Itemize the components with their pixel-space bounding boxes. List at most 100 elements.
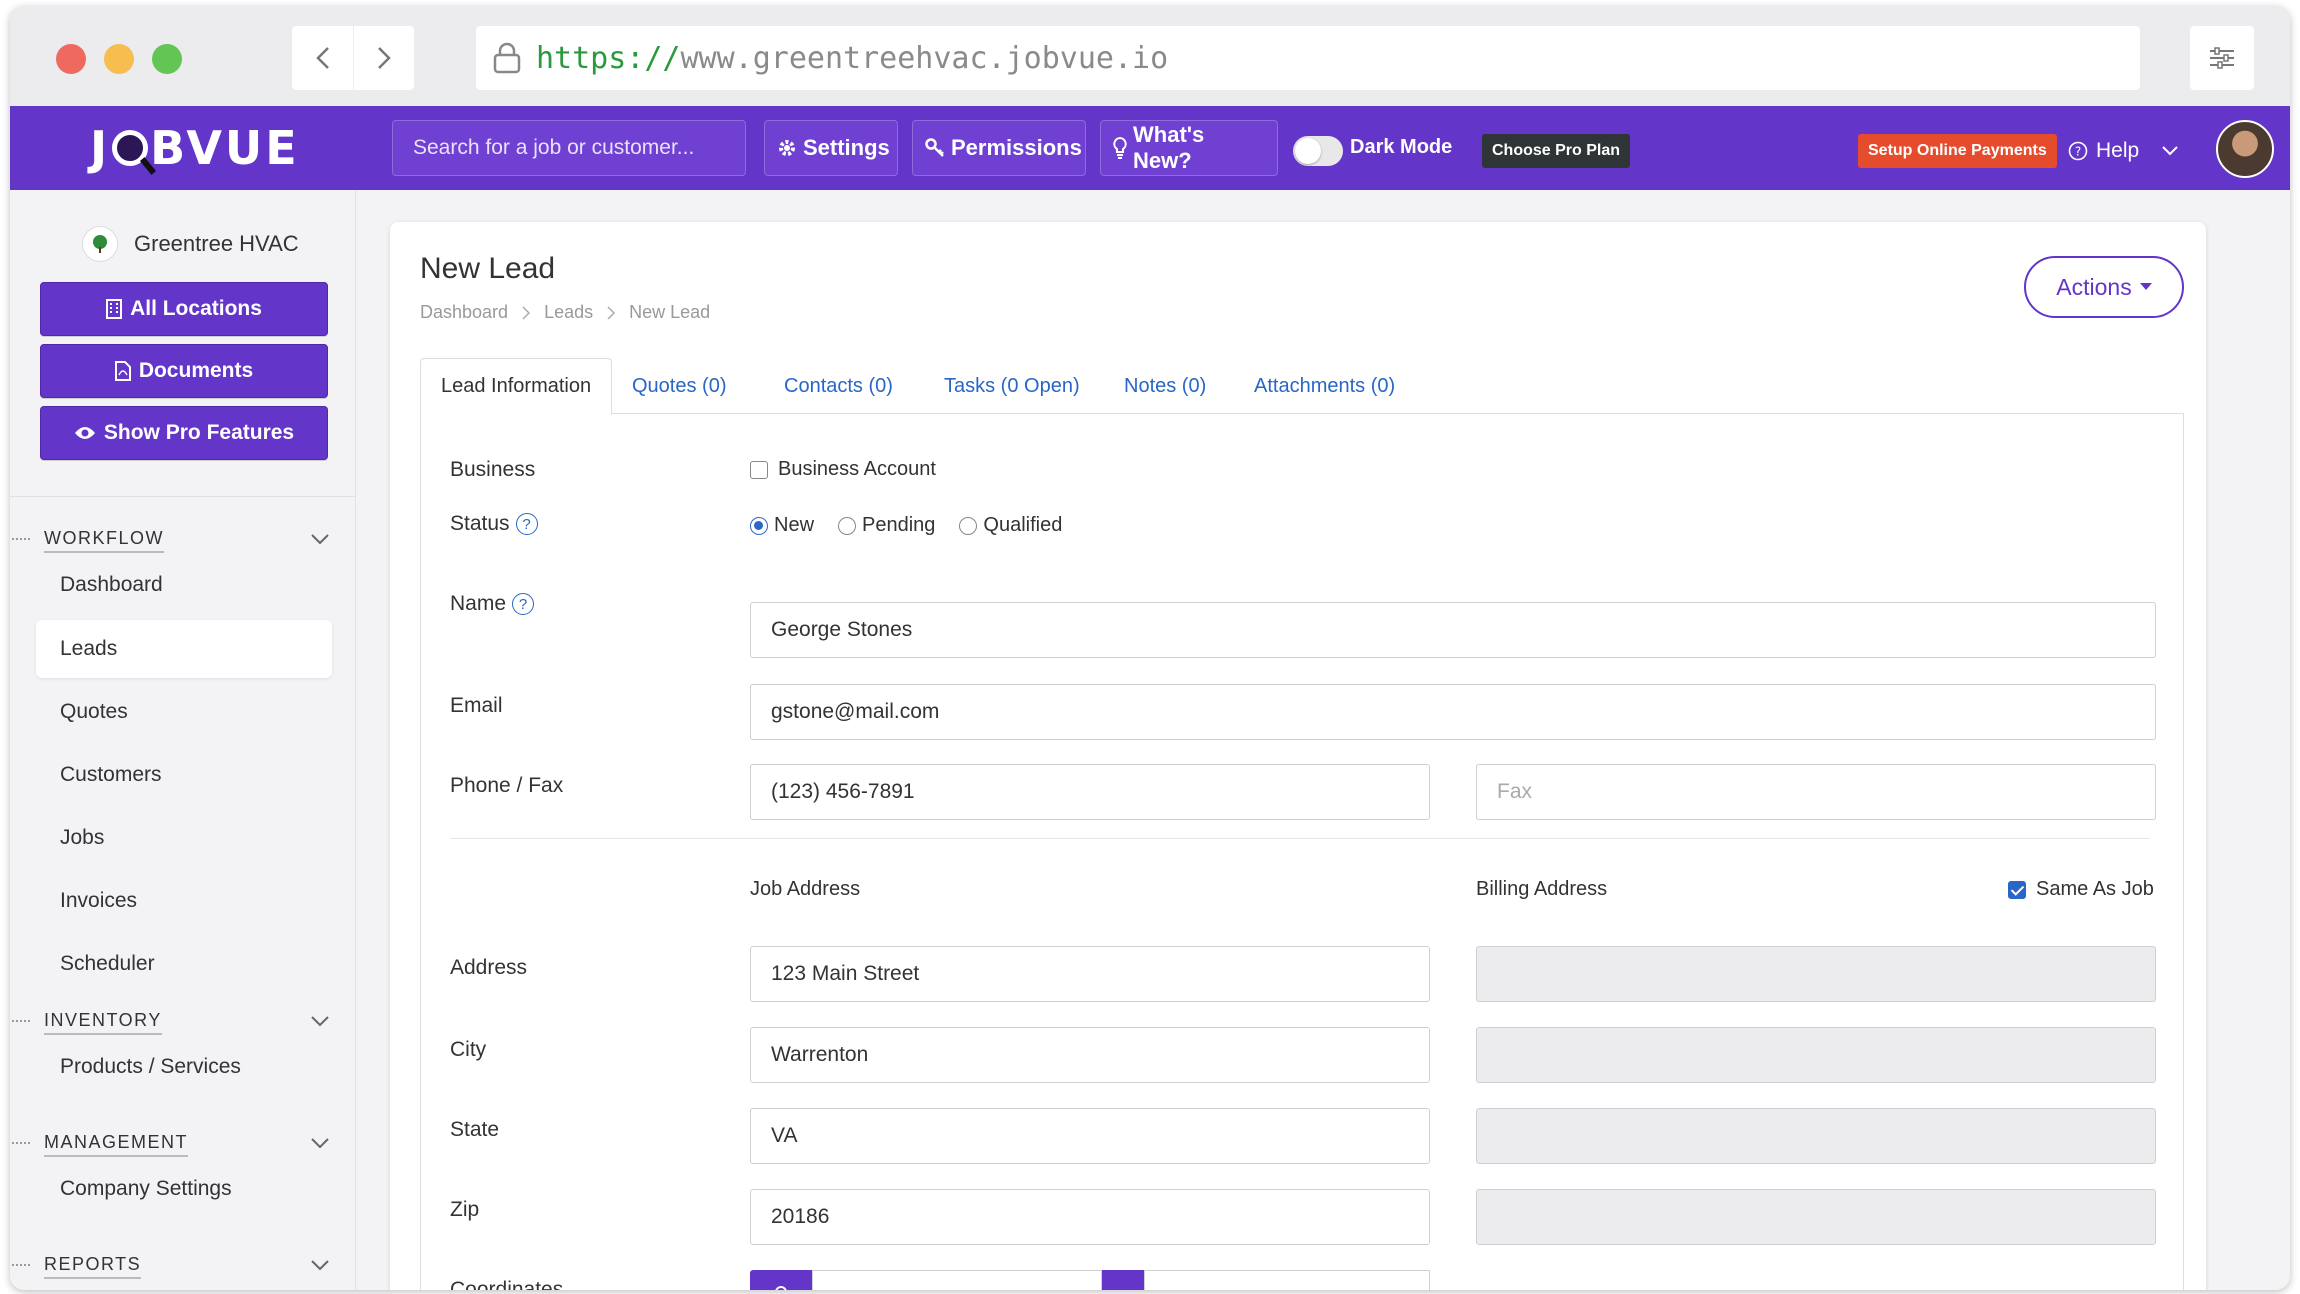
status-radio-group: New Pending Qualified [750,514,1086,537]
setup-online-payments-button[interactable]: Setup Online Payments [1858,134,2057,168]
dark-mode-toggle[interactable] [1293,136,1343,166]
billing-zip-input [1476,1189,2156,1245]
same-as-job-label: Same As Job [2036,878,2154,900]
status-radio-pending[interactable]: Pending [838,514,935,537]
actions-button[interactable]: Actions [2024,256,2184,318]
tab-attachments[interactable]: Attachments (0) [1254,358,1395,414]
page-title: New Lead [420,252,556,285]
job-state-input[interactable]: VA [750,1108,1430,1164]
help-circle-icon[interactable]: ? [515,513,538,535]
breadcrumb-leads[interactable]: Leads [544,302,593,323]
billing-address-heading: Billing Address [1476,878,1608,900]
tab-lead-information[interactable]: Lead Information [420,358,613,415]
longitude-input[interactable]: Longitude [1144,1270,1430,1290]
company-switcher[interactable]: Greentree HVAC [82,226,299,262]
business-account-checkbox[interactable]: Business Account [750,458,936,481]
sidebar-item-scheduler[interactable]: Scheduler [36,935,332,993]
business-label: Business [450,458,536,481]
fax-input[interactable]: Fax [1476,764,2156,820]
name-input[interactable]: George Stones [750,602,2156,658]
chevron-down-icon [2162,146,2178,156]
sliders-icon [2210,47,2234,69]
whats-new-label: What's New? [1133,122,1205,173]
all-locations-button[interactable]: All Locations [40,282,328,336]
sidebar-item-customers[interactable]: Customers [36,746,332,804]
state-label: State [450,1118,500,1141]
locate-coordinates-button[interactable] [750,1270,812,1290]
url-host: www.greentreehvac.jobvue.io [680,40,1169,76]
sidebar-item-dashboard[interactable]: Dashboard [36,556,332,614]
permissions-button[interactable]: Permissions [912,120,1086,176]
chevron-down-icon [311,1138,329,1149]
business-account-label: Business Account [778,458,936,480]
job-zip-input[interactable]: 20186 [750,1189,1430,1245]
section-management[interactable]: MANAGEMENT [10,1124,356,1164]
gear-icon [779,140,795,156]
permissions-label: Permissions [951,135,1082,160]
sidebar-item-quotes[interactable]: Quotes [36,683,332,741]
key-icon [925,138,944,157]
svg-text:?: ? [2075,145,2081,159]
building-icon [106,299,123,319]
billing-state-input [1476,1108,2156,1164]
settings-button[interactable]: Settings [764,120,898,176]
sidebar-item-jobs[interactable]: Jobs [36,809,332,867]
browser-settings-button[interactable] [2190,26,2254,90]
section-workflow[interactable]: WORKFLOW [10,520,356,560]
same-as-job-checkbox[interactable]: Same As Job [2008,878,2154,901]
tab-tasks[interactable]: Tasks (0 Open) [944,358,1080,414]
chevron-down-icon [311,1260,329,1271]
form-divider [450,838,2150,839]
billing-address-input [1476,946,2156,1002]
status-radio-qualified[interactable]: Qualified [959,514,1062,537]
documents-button[interactable]: Documents [40,344,328,398]
latitude-input[interactable]: Latitude [812,1270,1102,1290]
jobvue-logo[interactable]: J BVUE [90,121,300,175]
address-label: Address [450,956,528,979]
checkbox-box [2008,880,2026,899]
minimize-window-button[interactable] [104,44,134,74]
status-label-row: Status ? [450,512,538,536]
help-circle-icon[interactable]: ? [512,593,535,615]
browser-window: https://www.greentreehvac.jobvue.io J BVU… [10,6,2290,1290]
eye-icon [74,427,95,439]
email-input[interactable]: gstone@mail.com [750,684,2156,740]
tab-quotes[interactable]: Quotes (0) [632,358,726,414]
dark-mode-label: Dark Mode [1350,136,1453,158]
help-menu[interactable]: ? Help [2068,134,2179,168]
coordinates-label: Coordinates [450,1278,564,1290]
maximize-window-button[interactable] [152,44,182,74]
sidebar-item-products-services[interactable]: Products / Services [36,1038,332,1096]
documents-label: Documents [138,359,254,382]
user-avatar[interactable] [2216,120,2274,178]
section-reports-title: REPORTS [44,1254,142,1279]
tab-notes[interactable]: Notes (0) [1124,358,1206,414]
job-city-input[interactable]: Warrenton [750,1027,1430,1083]
back-button[interactable] [292,26,353,90]
close-window-button[interactable] [56,44,86,74]
app-header: J BVUE Search for a job or customer... Se… [10,106,2290,190]
zip-label: Zip [450,1198,480,1221]
global-search-input[interactable]: Search for a job or customer... [392,120,746,176]
forward-button[interactable] [353,26,414,90]
job-address-input[interactable]: 123 Main Street [750,946,1430,1002]
whats-new-button[interactable]: What's New? [1100,120,1278,176]
chevron-down-icon [311,1016,329,1027]
choose-pro-plan-button[interactable]: Choose Pro Plan [1482,134,1631,168]
phone-fax-label: Phone / Fax [450,774,564,797]
phone-input[interactable]: (123) 456-7891 [750,764,1430,820]
lead-tabs: Lead Information Quotes (0) Contacts (0)… [420,358,2184,415]
tab-contacts[interactable]: Contacts (0) [784,358,893,414]
address-bar[interactable]: https://www.greentreehvac.jobvue.io [476,26,2140,90]
lightbulb-icon [1113,137,1127,159]
section-reports[interactable]: REPORTS [10,1246,356,1286]
breadcrumb-dashboard[interactable]: Dashboard [420,302,508,323]
sidebar-item-invoices[interactable]: Invoices [36,872,332,930]
sidebar-item-leads[interactable]: Leads [36,620,332,678]
status-radio-new[interactable]: New [750,514,814,537]
chevron-right-icon [607,305,616,320]
show-pro-features-button[interactable]: Show Pro Features [40,406,328,460]
sidebar-item-company-settings[interactable]: Company Settings [36,1160,332,1218]
chevron-right-icon [378,47,391,69]
section-inventory[interactable]: INVENTORY [10,1002,356,1042]
